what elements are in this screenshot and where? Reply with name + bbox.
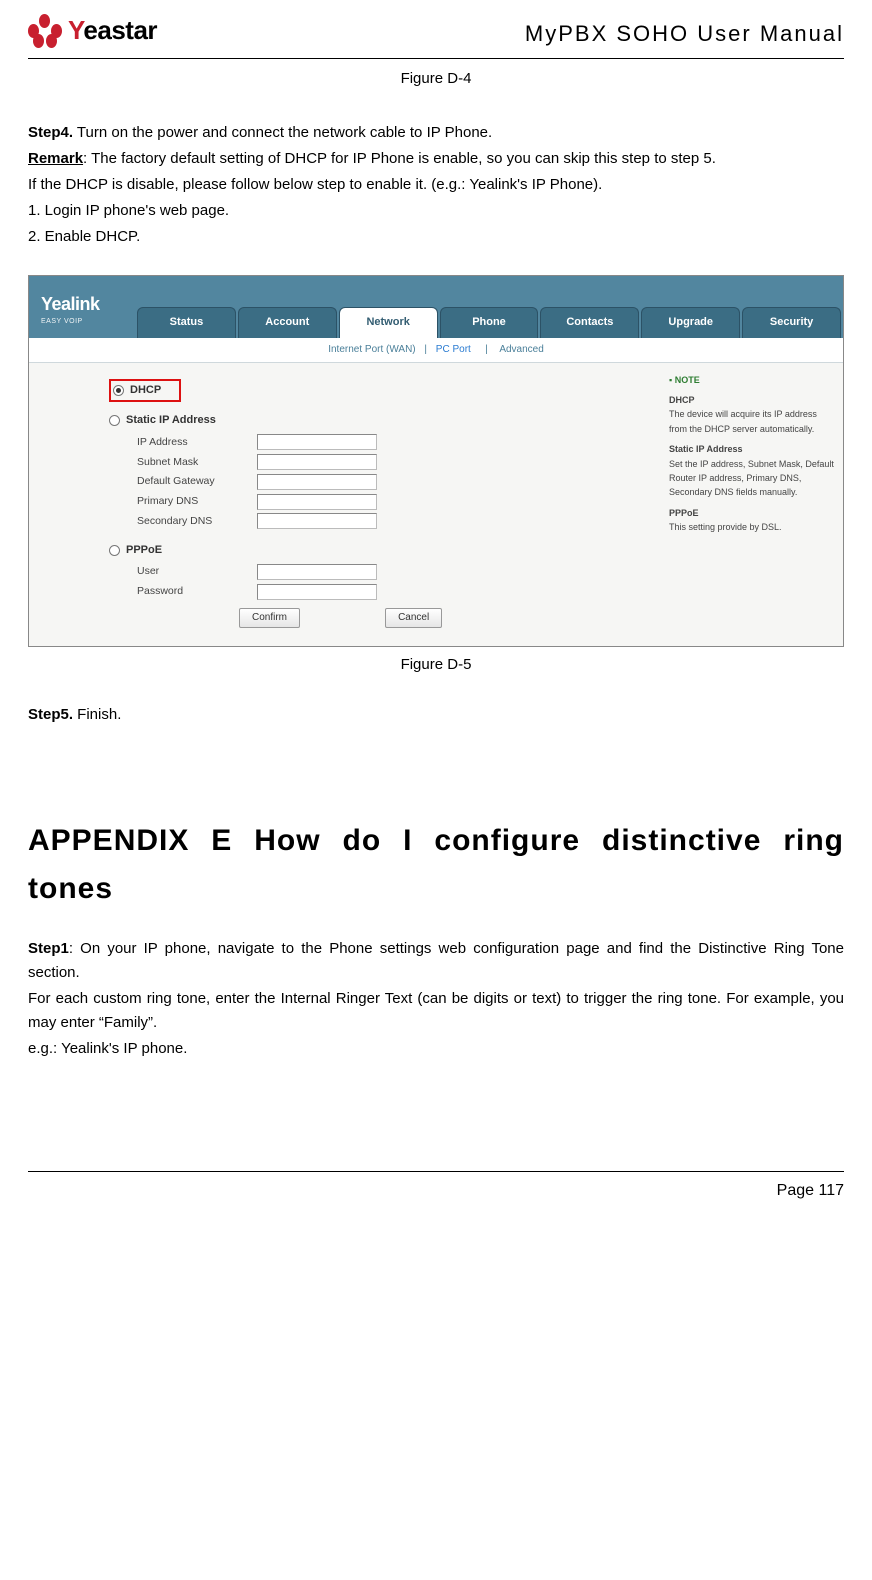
- appE-p2: For each custom ring tone, enter the Int…: [28, 987, 844, 1035]
- sdns-input[interactable]: [257, 513, 377, 529]
- step4-sub2: 2. Enable DHCP.: [28, 225, 844, 249]
- pdns-label: Primary DNS: [137, 493, 257, 510]
- gw-input[interactable]: [257, 474, 377, 490]
- figure-d4-caption: Figure D-4: [28, 67, 844, 91]
- tab-contacts[interactable]: Contacts: [540, 307, 639, 338]
- flower-icon: [28, 14, 62, 48]
- remark-text: Remark: The factory default setting of D…: [28, 147, 844, 171]
- tab-account[interactable]: Account: [238, 307, 337, 338]
- page-number: Page 117: [777, 1182, 844, 1199]
- note-dhcp: DHCP The device will acquire its IP addr…: [669, 393, 835, 436]
- figure-d5-caption: Figure D-5: [28, 653, 844, 677]
- pppoe-radio[interactable]: [109, 545, 120, 556]
- appE-step1-label: Step1: [28, 940, 69, 957]
- ss-subnav: Internet Port (WAN) | PC Port | Advanced: [29, 338, 843, 363]
- pppoe-radio-label: PPPoE: [126, 542, 162, 560]
- tab-upgrade[interactable]: Upgrade: [641, 307, 740, 338]
- step4-sub1: 1. Login IP phone's web page.: [28, 199, 844, 223]
- user-input[interactable]: [257, 564, 377, 580]
- gw-label: Default Gateway: [137, 473, 257, 490]
- sdns-label: Secondary DNS: [137, 513, 257, 530]
- dhcp-highlight-box: DHCP: [109, 379, 181, 403]
- dhcp-radio[interactable]: [113, 385, 124, 396]
- dhcp-radio-label: DHCP: [130, 382, 161, 400]
- ss-body: DHCP Static IP Address IP Address Subnet…: [29, 363, 843, 646]
- static-radio-row: Static IP Address: [109, 412, 641, 430]
- appE-step1: Step1: On your IP phone, navigate to the…: [28, 937, 844, 985]
- note-header: NOTE: [669, 373, 835, 387]
- ip-label: IP Address: [137, 434, 257, 451]
- document-title: MyPBX SOHO User Manual: [525, 16, 844, 51]
- yealink-screenshot: Yealink EASY VOIP Status Account Network…: [28, 275, 844, 647]
- step5-text: Step5. Finish.: [28, 703, 844, 727]
- ss-button-row: Confirm Cancel: [239, 608, 641, 628]
- ss-tabs: Status Account Network Phone Contacts Up…: [137, 276, 843, 338]
- pppoe-radio-row: PPPoE: [109, 542, 641, 560]
- pdns-input[interactable]: [257, 494, 377, 510]
- ss-notes-panel: NOTE DHCP The device will acquire its IP…: [661, 363, 843, 646]
- ss-topbar: Yealink EASY VOIP Status Account Network…: [29, 276, 843, 338]
- ss-form: DHCP Static IP Address IP Address Subnet…: [29, 363, 661, 646]
- note-pppoe: PPPoE This setting provide by DSL.: [669, 506, 835, 535]
- step4-text: Step4. Turn on the power and connect the…: [28, 121, 844, 145]
- ip-input[interactable]: [257, 434, 377, 450]
- brand-text-rest: eastar: [83, 15, 157, 45]
- tab-security[interactable]: Security: [742, 307, 841, 338]
- tab-status[interactable]: Status: [137, 307, 236, 338]
- appendix-e-heading: APPENDIX E How do I configure distinctiv…: [28, 817, 844, 913]
- step4-label: Step4.: [28, 124, 73, 141]
- brand-logo: Yeastar: [28, 10, 157, 52]
- brand-text-initial: Y: [68, 15, 83, 45]
- subnav-wan[interactable]: Internet Port (WAN): [328, 344, 415, 355]
- static-radio-label: Static IP Address: [126, 412, 216, 430]
- appE-p3: e.g.: Yealink's IP phone.: [28, 1037, 844, 1061]
- subnav-advanced[interactable]: Advanced: [499, 344, 543, 355]
- remark-label: Remark: [28, 150, 83, 167]
- mask-input[interactable]: [257, 454, 377, 470]
- note-static: Static IP Address Set the IP address, Su…: [669, 442, 835, 500]
- tab-network[interactable]: Network: [339, 307, 438, 338]
- user-label: User: [137, 563, 257, 580]
- confirm-button[interactable]: Confirm: [239, 608, 300, 628]
- brand-text: Yeastar: [68, 10, 157, 52]
- page-footer: Page 117: [28, 1171, 844, 1204]
- tab-phone[interactable]: Phone: [440, 307, 539, 338]
- dhcp-radio-row: DHCP: [109, 379, 641, 403]
- static-radio[interactable]: [109, 415, 120, 426]
- step5-label: Step5.: [28, 706, 73, 723]
- ss-logo: Yealink EASY VOIP: [29, 276, 137, 338]
- page-header: Yeastar MyPBX SOHO User Manual: [28, 10, 844, 59]
- pass-label: Password: [137, 583, 257, 600]
- pass-input[interactable]: [257, 584, 377, 600]
- cancel-button[interactable]: Cancel: [385, 608, 442, 628]
- mask-label: Subnet Mask: [137, 454, 257, 471]
- dhcp-disable-note: If the DHCP is disable, please follow be…: [28, 173, 844, 197]
- subnav-pcport[interactable]: PC Port: [436, 344, 471, 355]
